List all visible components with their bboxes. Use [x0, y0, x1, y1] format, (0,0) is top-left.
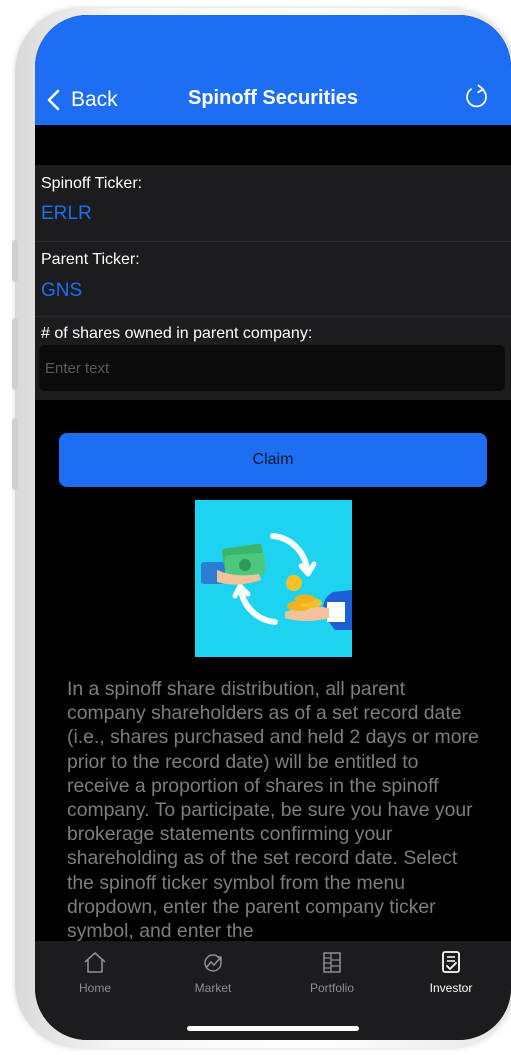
tab-portfolio[interactable]: Portfolio [282, 949, 382, 995]
navigation-bar: Back Spinoff Securities [35, 15, 511, 125]
mute-switch [12, 240, 18, 282]
market-chart-icon [204, 954, 222, 972]
tab-home-label: Home [78, 981, 111, 995]
tab-home[interactable]: Home [45, 949, 145, 995]
spinoff-ticker-row[interactable]: Spinoff Ticker: ERLR [35, 165, 511, 241]
shares-owned-label: # of shares owned in parent company: [41, 325, 313, 342]
header-spacer [35, 125, 511, 165]
investor-document-icon [442, 951, 460, 973]
volume-down-button [12, 418, 18, 490]
money-exchange-illustration [195, 500, 352, 657]
home-indicator[interactable] [187, 1026, 359, 1031]
claim-button[interactable]: Claim [59, 433, 487, 487]
parent-ticker-value[interactable]: GNS [41, 280, 82, 302]
tab-portfolio-label: Portfolio [309, 981, 355, 995]
description-text: In a spinoff share distribution, all par… [67, 678, 479, 943]
parent-ticker-label: Parent Ticker: [41, 251, 140, 268]
phone-screen: Back Spinoff Securities Spinoff Ticker: … [35, 15, 511, 1040]
tab-investor-label: Investor [429, 981, 473, 995]
spinoff-ticker-label: Spinoff Ticker: [41, 175, 143, 192]
home-icon [84, 952, 106, 973]
tab-market[interactable]: Market [163, 949, 263, 995]
tab-market-label: Market [194, 981, 232, 995]
shares-owned-input[interactable] [39, 345, 505, 391]
page-title: Spinoff Securities [187, 87, 359, 109]
tab-investor[interactable]: Investor [401, 949, 501, 995]
parent-ticker-row[interactable]: Parent Ticker: GNS [35, 242, 511, 316]
volume-up-button [12, 318, 18, 390]
refresh-icon[interactable] [463, 83, 491, 111]
spinoff-ticker-value[interactable]: ERLR [41, 203, 92, 225]
portfolio-icon [323, 952, 341, 973]
